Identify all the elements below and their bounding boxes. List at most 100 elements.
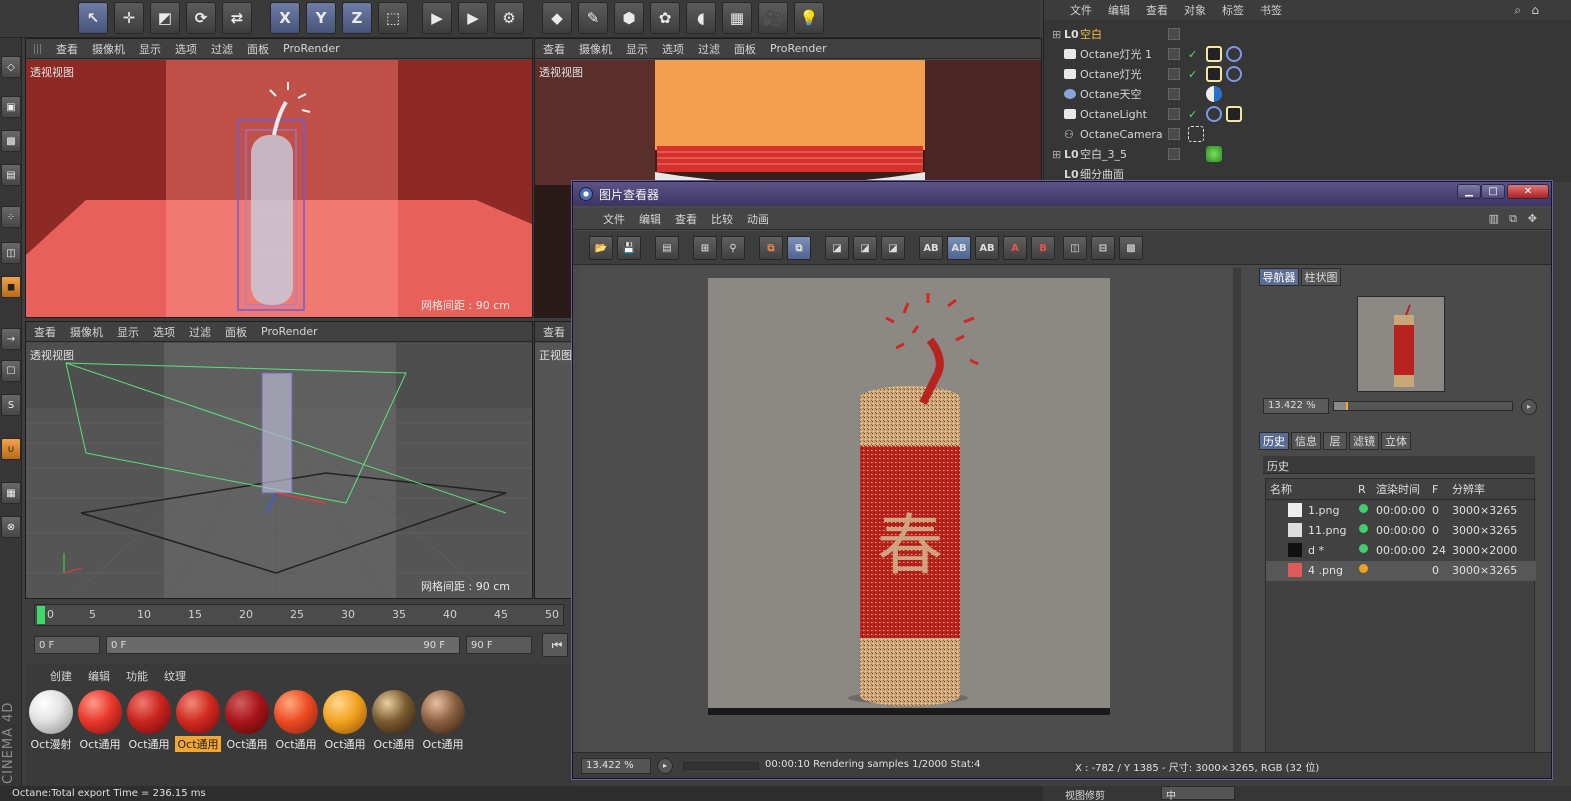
om-menu-tags[interactable]: 标签	[1222, 2, 1244, 18]
zoom-slider[interactable]	[1333, 401, 1513, 411]
target-tag-icon[interactable]	[1226, 46, 1242, 62]
texture-mode-icon[interactable]: ▩	[1, 130, 21, 152]
render-image-area[interactable]: 春	[581, 268, 1241, 752]
split-vertical-icon[interactable]: ◫	[1063, 236, 1087, 260]
open-file-icon[interactable]: 📂	[589, 236, 613, 260]
set-a-icon[interactable]: A	[1003, 236, 1027, 260]
expand-icon[interactable]: ⊞	[1052, 148, 1061, 161]
history-row[interactable]: d * 00:00:00 24 3000×2000	[1266, 541, 1536, 561]
om-menu-objects[interactable]: 对象	[1184, 2, 1206, 18]
om-menu-edit[interactable]: 编辑	[1108, 2, 1130, 18]
display-b-icon[interactable]: ◪	[853, 236, 877, 260]
timeline-ruler[interactable]: 0 5 10 15 20 25 30 35 40 45 50	[34, 604, 564, 626]
coordinate-system-icon[interactable]: ⬚	[378, 2, 408, 34]
select-tool-icon[interactable]: ↖	[78, 2, 108, 34]
viewport-top-left[interactable]: 查看 摄像机 显示 选项 过滤 面板 ProRender 透视视图 网格间距 :…	[25, 38, 533, 318]
tab-filter[interactable]: 滤镜	[1349, 432, 1379, 450]
floor-object-icon[interactable]: ▦	[722, 2, 752, 34]
deformer-icon[interactable]: ◖	[686, 2, 716, 34]
history-row[interactable]: 4 .png 0 3000×3265	[1266, 561, 1536, 581]
search-icon[interactable]: ⌕	[1514, 3, 1521, 18]
om-menu-bookmarks[interactable]: 书签	[1260, 2, 1282, 18]
render-picture-viewer-icon[interactable]: ▶	[458, 2, 488, 34]
end-frame-field[interactable]: 90 F	[466, 636, 532, 654]
visibility-toggle[interactable]	[1168, 148, 1180, 160]
menu-view[interactable]: 查看	[56, 41, 78, 57]
visibility-toggle[interactable]	[1168, 48, 1180, 60]
save-icon[interactable]: 💾	[617, 236, 641, 260]
workplane-grid-icon[interactable]: ▦	[1, 482, 21, 504]
display-ab-icon[interactable]: ◪	[881, 236, 905, 260]
pv-menu-animation[interactable]: 动画	[747, 211, 769, 227]
ab-swap-icon[interactable]: AB	[975, 236, 999, 260]
layout-icon[interactable]: ▥	[1489, 212, 1499, 225]
menu-options[interactable]: 选项	[662, 41, 684, 57]
tab-info[interactable]: 信息	[1291, 432, 1321, 450]
menu-prorender[interactable]: ProRender	[770, 42, 827, 55]
set-b-icon[interactable]: B	[1031, 236, 1055, 260]
difference-icon[interactable]: ▩	[1119, 236, 1143, 260]
close-button[interactable]: ✕	[1507, 184, 1549, 199]
object-row[interactable]: OctaneLight ✓	[1044, 104, 1571, 124]
home-icon[interactable]: ⌂	[1531, 3, 1539, 17]
mm-menu-edit[interactable]: 编辑	[88, 668, 110, 684]
material-swatch[interactable]: Oct通用	[77, 690, 123, 751]
tab-navigator[interactable]: 导航器	[1259, 268, 1299, 286]
view-clipping-dropdown[interactable]: 中	[1161, 786, 1235, 801]
light-tag-icon[interactable]	[1206, 46, 1222, 62]
picture-viewer-titlebar[interactable]: 图片查看器 ▁ □ ✕	[573, 182, 1551, 206]
menu-options[interactable]: 选项	[175, 41, 197, 57]
col-header-name[interactable]: 名称	[1270, 479, 1292, 499]
viewport-canvas[interactable]: 正视图	[535, 343, 573, 598]
viewport-bottom-left[interactable]: 查看 摄像机 显示 选项 过滤 面板 ProRender 透视视图 网格间距 :…	[25, 321, 533, 599]
status-zoom-options-icon[interactable]: ▸	[657, 758, 673, 774]
menu-view[interactable]: 查看	[543, 41, 565, 57]
material-swatch[interactable]: Oct通用	[175, 690, 221, 752]
menu-options[interactable]: 选项	[153, 324, 175, 340]
menu-panel[interactable]: 面板	[225, 324, 247, 340]
light-tag-icon[interactable]	[1206, 66, 1222, 82]
edges-mode-icon[interactable]: ◫	[1, 242, 21, 264]
polygons-mode-icon[interactable]: ◼	[1, 276, 21, 298]
frame-range-slider[interactable]: 0 F 90 F	[106, 636, 460, 654]
menu-cameras[interactable]: 摄像机	[92, 41, 125, 57]
points-mode-icon[interactable]: ⁘	[1, 206, 21, 228]
visibility-toggle[interactable]	[1168, 28, 1180, 40]
material-swatch[interactable]: Oct通用	[371, 690, 417, 751]
pv-menu-file[interactable]: 文件	[603, 211, 625, 227]
material-tag-icon[interactable]	[1206, 146, 1222, 162]
object-row[interactable]: Octane灯光 ✓	[1044, 64, 1571, 84]
paste-icon[interactable]: ⧉	[787, 236, 811, 260]
menu-view[interactable]: 查看	[34, 324, 56, 340]
render-settings-icon[interactable]: ⚙	[494, 2, 524, 34]
enabled-check-icon[interactable]: ✓	[1188, 108, 1197, 121]
menu-cameras[interactable]: 摄像机	[579, 41, 612, 57]
move-tool-icon[interactable]: ✛	[114, 2, 144, 34]
minimize-button[interactable]: ▁	[1457, 184, 1481, 199]
render-view-icon[interactable]: ▶	[422, 2, 452, 34]
split-horizontal-icon[interactable]: ⊟	[1091, 236, 1115, 260]
material-swatch[interactable]: Oct通用	[224, 690, 270, 751]
material-swatch[interactable]: Oct通用	[420, 690, 466, 751]
object-row[interactable]: Octane灯光 1 ✓	[1044, 44, 1571, 64]
menu-view[interactable]: 查看	[543, 324, 565, 340]
mm-menu-create[interactable]: 创建	[50, 668, 72, 684]
current-frame-field[interactable]: 0 F	[34, 636, 100, 654]
viewport-canvas[interactable]: 透视视图 网格间距 : 90 cm	[26, 60, 532, 317]
lock-workplane-icon[interactable]: ⊗	[1, 516, 21, 538]
copy-icon[interactable]: ⧉	[759, 236, 783, 260]
history-row[interactable]: 1.png 00:00:00 0 3000×3265	[1266, 501, 1536, 521]
visibility-toggle[interactable]	[1168, 68, 1180, 80]
col-header-time[interactable]: 渲染时间	[1376, 479, 1420, 499]
visibility-toggle[interactable]	[1168, 88, 1180, 100]
camera-object-icon[interactable]: 🎥	[758, 2, 788, 34]
mograph-cloner-icon[interactable]: ✿	[650, 2, 680, 34]
material-swatch[interactable]: Oct通用	[273, 690, 319, 751]
enabled-check-icon[interactable]: ✓	[1188, 68, 1197, 81]
pen-spline-icon[interactable]: ✎	[578, 2, 608, 34]
status-zoom-field[interactable]: 13.422 %	[581, 758, 651, 774]
scale-tool-icon[interactable]: ◩	[150, 2, 180, 34]
tweak-mode-icon[interactable]: ☐	[1, 360, 21, 382]
zoom-field[interactable]: 13.422 %	[1263, 398, 1329, 414]
magnifier-icon[interactable]: ⚲	[721, 236, 745, 260]
